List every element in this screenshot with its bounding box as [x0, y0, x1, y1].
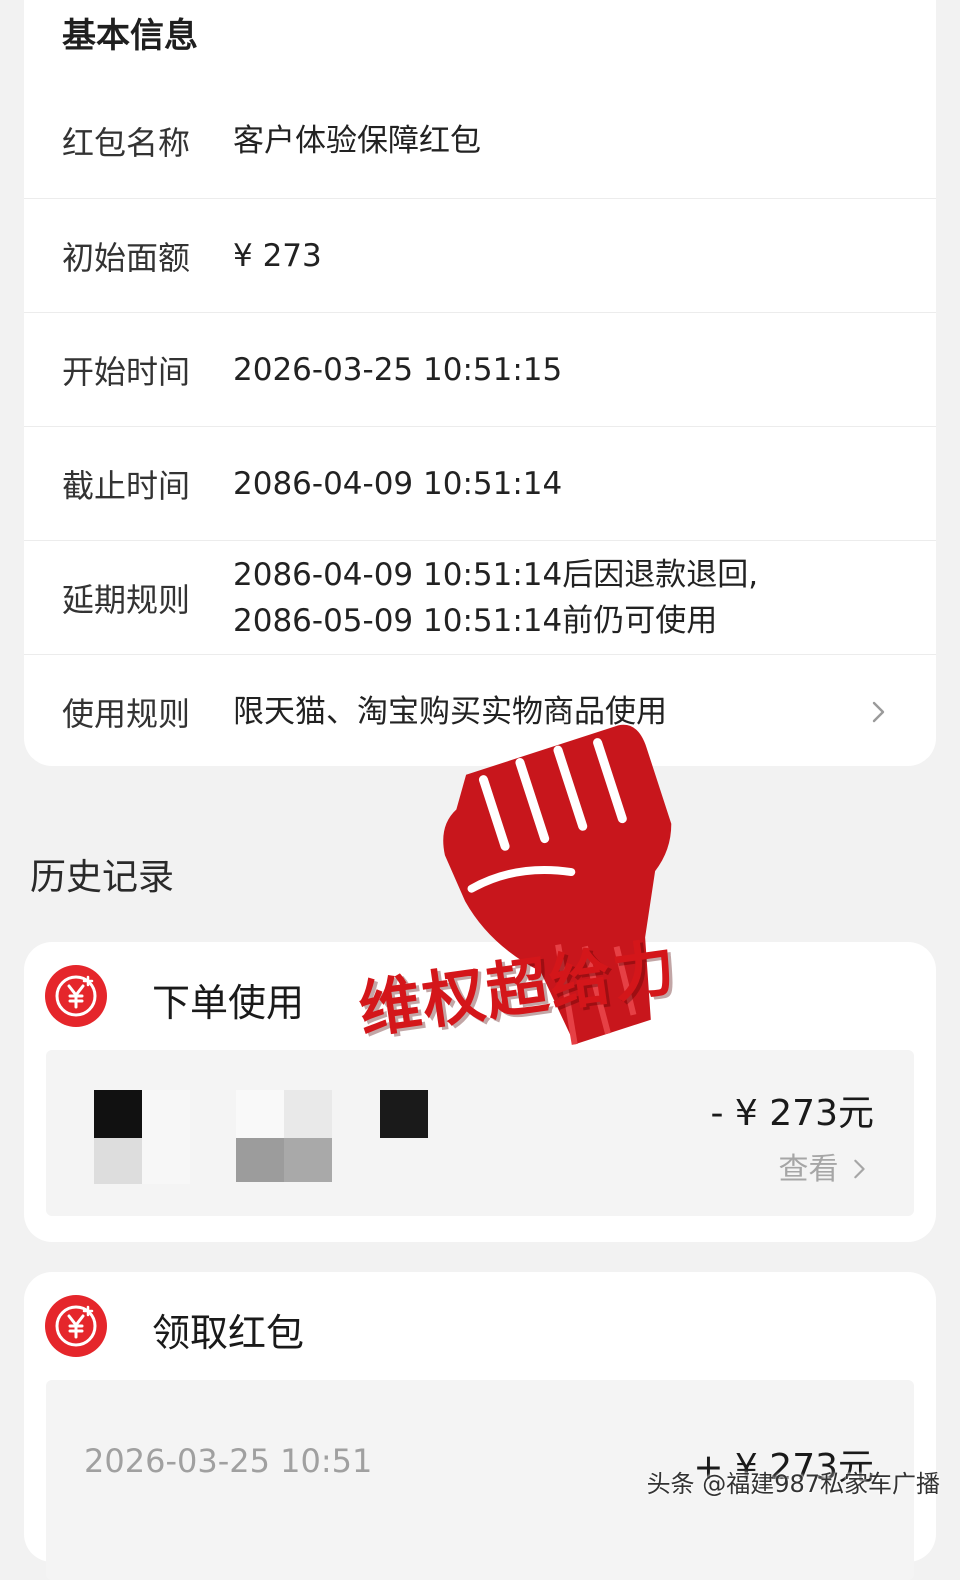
history-record-title: 下单使用	[152, 981, 305, 1025]
redacted-block	[236, 1138, 284, 1182]
source-credit: 头条 @福建987私家车广播	[646, 1470, 940, 1498]
info-label: 截止时间	[62, 466, 191, 505]
chevron-right-icon	[854, 1159, 865, 1179]
info-label: 初始面额	[62, 238, 191, 277]
history-section-title: 历史记录	[30, 857, 175, 898]
redacted-block	[94, 1090, 142, 1138]
redacted-block	[142, 1090, 190, 1184]
history-record-title: 领取红包	[152, 1311, 305, 1355]
yuan-coupon-icon	[45, 965, 107, 1027]
extension-rule-line: 2086-04-09 10:51:14后因退款退回,	[233, 556, 759, 593]
chevron-right-icon[interactable]	[866, 700, 890, 724]
history-date: 2026-03-25 10:51	[84, 1442, 373, 1480]
info-row-extension-rule: 延期规则 2086-04-09 10:51:14后因退款退回, 2086-05-…	[24, 540, 936, 654]
info-value: 2026-03-25 10:51:15	[233, 351, 563, 388]
info-value: 2086-04-09 10:51:14后因退款退回, 2086-05-09 10…	[233, 552, 758, 644]
info-row-start-time: 开始时间 2026-03-25 10:51:15	[24, 312, 936, 426]
info-row-name: 红包名称 客户体验保障红包	[24, 84, 936, 198]
info-label: 延期规则	[62, 580, 191, 619]
info-value: ¥ 273	[233, 237, 322, 274]
redacted-block	[236, 1090, 284, 1138]
extension-rule-line: 2086-05-09 10:51:14前仍可使用	[233, 602, 718, 639]
yuan-coupon-icon	[45, 1295, 107, 1357]
history-record-card: 领取红包 2026-03-25 10:51 + ¥ 273元	[24, 1272, 936, 1580]
info-value: 客户体验保障红包	[233, 123, 481, 159]
info-label: 开始时间	[62, 352, 191, 391]
info-row-amount: 初始面额 ¥ 273	[24, 198, 936, 312]
view-link-label: 查看	[778, 1152, 839, 1187]
info-value: 2086-04-09 10:51:14	[233, 465, 563, 502]
info-label: 使用规则	[62, 694, 191, 733]
redacted-block	[380, 1090, 428, 1138]
redacted-block	[284, 1138, 332, 1182]
info-row-end-time: 截止时间 2086-04-09 10:51:14	[24, 426, 936, 540]
basic-info-card: 基本信息 红包名称 客户体验保障红包 初始面额 ¥ 273 开始时间 2026-…	[24, 0, 936, 766]
redacted-block	[94, 1138, 142, 1184]
view-link[interactable]: 查看	[778, 1144, 870, 1188]
info-label: 红包名称	[62, 124, 191, 162]
basic-info-title: 基本信息	[62, 16, 198, 56]
redacted-block	[284, 1090, 332, 1138]
